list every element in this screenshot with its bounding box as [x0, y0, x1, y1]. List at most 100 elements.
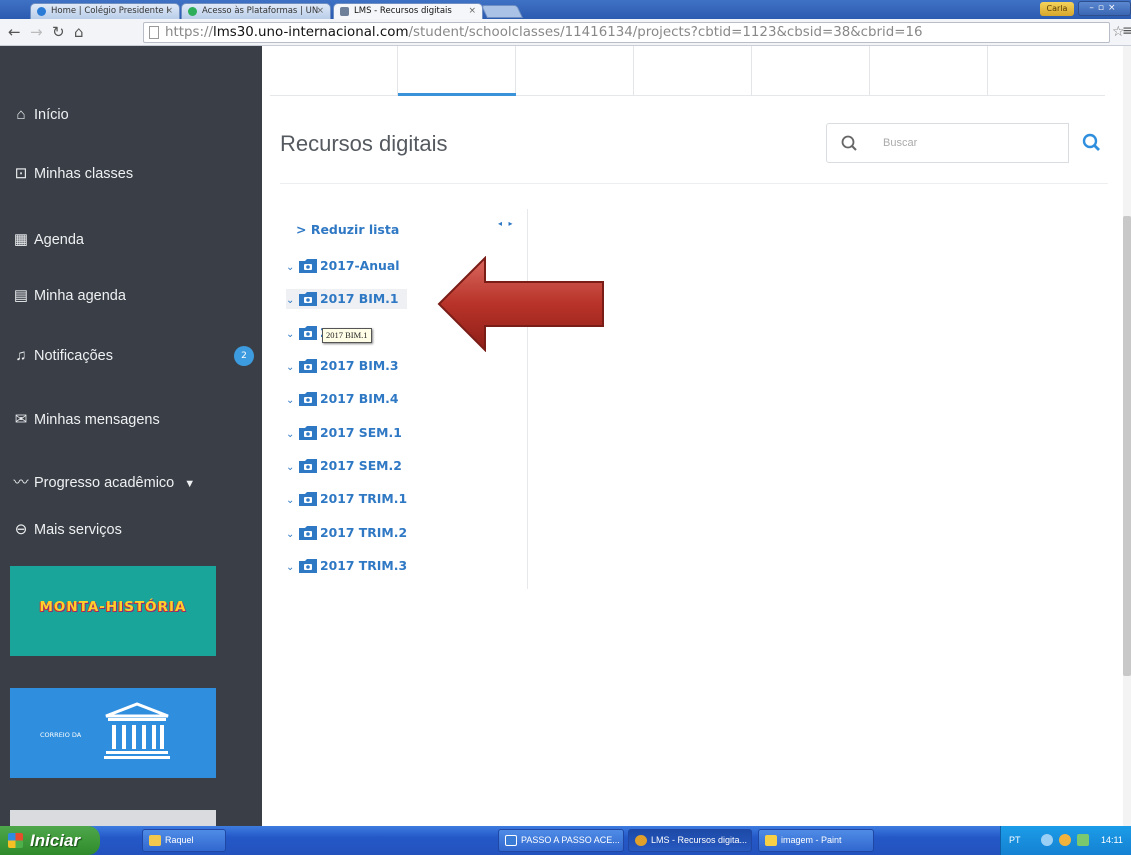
page-scrollbar[interactable] [1123, 46, 1131, 826]
tree-folder-item[interactable]: ⌄ 2017 TRIM.2 [286, 523, 407, 543]
tab-title: Acesso às Plataformas | UN [202, 6, 319, 16]
home-browser-icon[interactable]: ⌂ [74, 23, 84, 41]
sidebar-item-inicio[interactable]: ⌂ Início [12, 106, 69, 123]
sidebar-item-minhas-classes[interactable]: ⊡ Minhas classes [12, 164, 133, 182]
system-tray: PT 14:11 [1000, 826, 1131, 855]
sidebar-item-agenda[interactable]: ▦ Agenda [12, 230, 84, 248]
taskbar-item[interactable]: Raquel [142, 829, 226, 852]
reload-icon[interactable]: ↻ [52, 23, 65, 41]
sidebar-item-minhas-mensagens[interactable]: ✉ Minhas mensagens [12, 410, 160, 428]
profile-button[interactable]: Carla [1040, 2, 1074, 16]
windows-taskbar: Iniciar Raquel PASSO A PASSO ACE... LMS … [0, 826, 1131, 855]
chevron-down-icon[interactable]: ⌄ [286, 425, 298, 445]
tray-app-icon[interactable] [1059, 834, 1071, 846]
tree-folder-label: 2017 TRIM.3 [320, 558, 408, 573]
folder-icon [299, 392, 317, 406]
sidebar-item-label: Agenda [34, 232, 84, 248]
tree-folder-item[interactable]: ⌄ 2017 SEM.2 [286, 456, 402, 476]
tab-placeholder[interactable] [634, 46, 752, 96]
sidebar-item-label: Mais serviços [34, 522, 122, 538]
folder-icon [299, 326, 317, 340]
collapse-arrows-icon[interactable]: ◂ ▸ [498, 219, 515, 228]
sidebar-item-label: Início [34, 107, 69, 123]
chevron-down-icon[interactable]: ⌄ [286, 391, 298, 411]
tab-placeholder[interactable] [270, 46, 398, 96]
taskbar-item[interactable]: imagem - Paint [758, 829, 874, 852]
browser-tab[interactable]: Acesso às Plataformas | UN × [181, 3, 331, 19]
banner-partial[interactable] [10, 810, 216, 826]
chevron-down-icon[interactable]: ⌄ [286, 258, 298, 278]
tree-folder-label: 2017 TRIM.1 [320, 491, 408, 506]
taskbar-item-label: PASSO A PASSO ACE... [521, 835, 620, 845]
close-tab-icon[interactable]: × [316, 4, 324, 18]
chevron-down-icon[interactable]: ⌄ [286, 525, 298, 545]
active-tab-indicator [398, 93, 516, 96]
folder-icon [299, 426, 317, 440]
correio-unesco-banner[interactable]: CORREIO DA [10, 688, 216, 778]
chevron-down-icon[interactable]: ⌄ [286, 291, 298, 311]
folder-icon [299, 459, 317, 473]
tree-folder-item[interactable]: ⌄ 2017 SEM.1 [286, 423, 402, 443]
monta-historia-banner[interactable]: MONTA-HISTÓRIA [10, 566, 216, 656]
search-submit-button[interactable] [1080, 130, 1104, 156]
network-icon[interactable] [1041, 834, 1053, 846]
red-pointer-arrow-icon [437, 256, 604, 352]
close-tab-icon[interactable]: × [468, 4, 476, 18]
sidebar-item-progresso-academico[interactable]: 〰 Progresso acadêmico ▼ [12, 471, 195, 492]
sidebar-item-notificacoes[interactable]: ♫ Notificações [12, 347, 113, 364]
site-favicon-icon [37, 7, 46, 16]
back-arrow-icon[interactable]: ← [8, 23, 21, 41]
windows-logo-icon [8, 833, 23, 848]
folder-icon [299, 492, 317, 506]
envelope-icon: ✉ [14, 411, 28, 428]
chevron-down-icon[interactable]: ⌄ [286, 558, 298, 578]
sidebar-item-minha-agenda[interactable]: ▤ Minha agenda [12, 286, 126, 304]
forward-arrow-icon[interactable]: → [30, 23, 43, 41]
scrollbar-thumb[interactable] [1123, 216, 1131, 676]
chevron-down-icon[interactable]: ⌄ [286, 325, 298, 345]
tree-folder-item[interactable]: ⌄ 2017-Anual [286, 256, 399, 276]
new-tab-button[interactable] [480, 5, 524, 18]
chevron-down-icon[interactable]: ⌄ [286, 491, 298, 511]
start-button[interactable]: Iniciar [0, 826, 100, 855]
tree-folder-label: 2017 BIM.4 [320, 391, 399, 406]
sidebar-item-mais-servicos[interactable]: ⊖ Mais serviços [12, 520, 122, 538]
tab-placeholder[interactable] [870, 46, 988, 96]
chevron-down-icon[interactable]: ⌄ [286, 358, 298, 378]
home-icon: ⌂ [16, 106, 26, 123]
window-controls[interactable]: –▫× [1078, 1, 1131, 16]
circle-minus-icon: ⊖ [14, 521, 28, 538]
tab-placeholder[interactable] [752, 46, 870, 96]
screen-icon: ⊡ [14, 165, 28, 182]
folder-icon [299, 559, 317, 573]
close-tab-icon[interactable]: × [165, 4, 173, 18]
site-favicon-icon [188, 7, 197, 16]
tree-folder-item[interactable]: ⌄ 2017 BIM.1 [286, 289, 407, 309]
browser-tab-active[interactable]: LMS - Recursos digitais × [333, 3, 483, 19]
reduce-list-link[interactable]: > Reduzir lista [296, 222, 399, 237]
folder-icon [299, 359, 317, 373]
language-indicator[interactable]: PT [1009, 826, 1021, 855]
taskbar-item-active[interactable]: LMS - Recursos digita... [628, 829, 752, 852]
tab-placeholder[interactable] [516, 46, 634, 96]
folder-icon [299, 526, 317, 540]
address-bar[interactable]: https://lms30.uno-internacional.com/stud… [143, 22, 1110, 43]
taskbar-item-label: LMS - Recursos digita... [651, 835, 748, 845]
taskbar-item[interactable]: PASSO A PASSO ACE... [498, 829, 624, 852]
chevron-down-icon[interactable]: ⌄ [286, 458, 298, 478]
tree-folder-item[interactable]: ⌄ 2017 BIM.3 [286, 356, 399, 376]
volume-icon[interactable] [1077, 834, 1089, 846]
chart-line-icon: 〰 [13, 474, 29, 491]
browser-tab[interactable]: Home | Colégio Presidente I × [30, 3, 180, 19]
tab-placeholder-active[interactable] [398, 46, 516, 96]
sidebar-item-label: Notificações [34, 348, 113, 364]
profile-label: Carla [1046, 4, 1068, 13]
tree-folder-item[interactable]: ⌄ 2017 BIM.4 [286, 389, 399, 409]
tree-folder-item[interactable]: ⌄ 2017 TRIM.3 [286, 556, 407, 576]
tab-placeholder[interactable] [988, 46, 1105, 96]
tree-folder-item[interactable]: ⌄ 2017 TRIM.1 [286, 489, 407, 509]
divider [280, 183, 1108, 184]
browser-menu-icon[interactable]: ≡ [1122, 23, 1131, 39]
search-input[interactable] [871, 123, 1069, 163]
banner-text: CORREIO DA [40, 731, 82, 739]
